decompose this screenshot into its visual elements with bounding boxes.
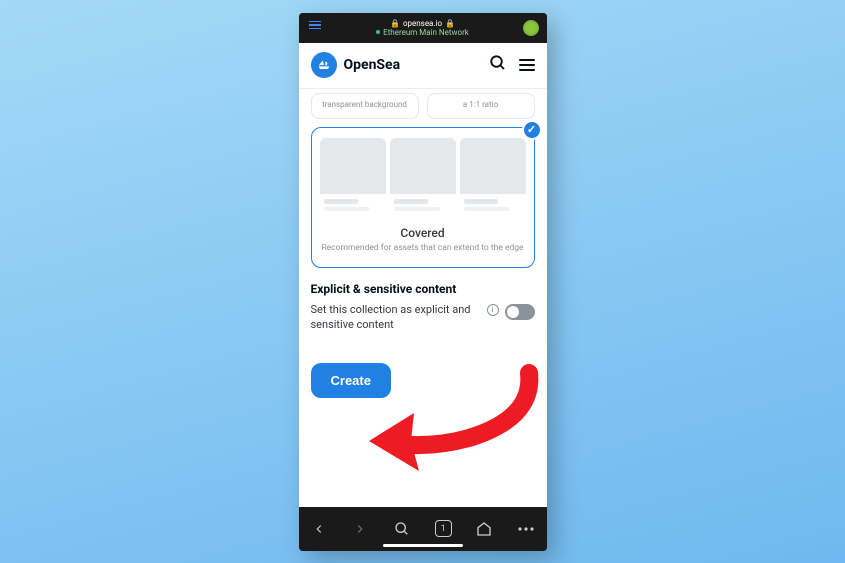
address-bar[interactable]: 🔒 opensea.io 🔒	[390, 19, 455, 28]
chevron-left-icon	[312, 522, 326, 536]
selected-check-icon: ✓	[522, 120, 542, 140]
thumbnail	[390, 138, 456, 216]
brand-name: OpenSea	[344, 57, 401, 73]
explicit-heading: Explicit & sensitive content	[311, 282, 535, 296]
search-icon	[489, 54, 507, 72]
option-card-desc: transparent background	[322, 100, 407, 109]
explicit-toggle-row: Set this collection as explicit and sens…	[311, 302, 535, 333]
browser-chrome-top: 🔒 opensea.io 🔒 Ethereum Main Network	[299, 13, 547, 43]
opensea-logo-icon	[311, 52, 337, 78]
wallet-avatar[interactable]	[523, 20, 539, 36]
app-header: OpenSea	[299, 43, 547, 89]
search-icon	[394, 521, 410, 537]
lock-icon-2: 🔒	[445, 19, 455, 28]
tab-count-icon: 1	[435, 520, 452, 537]
url-text: opensea.io	[403, 19, 442, 28]
info-icon[interactable]: i	[487, 304, 499, 316]
thumbnail	[320, 138, 386, 216]
covered-description: Recommended for assets that can extend t…	[320, 243, 526, 255]
preview-thumbnails	[320, 138, 526, 216]
network-indicator: Ethereum Main Network	[376, 28, 469, 37]
home-icon	[476, 521, 492, 537]
network-name: Ethereum Main Network	[383, 28, 469, 37]
hamburger-icon	[519, 59, 535, 61]
back-button[interactable]	[303, 513, 335, 545]
option-card-desc: a 1:1 ratio	[463, 100, 498, 109]
lock-icon: 🔒	[390, 19, 400, 28]
search-nav-button[interactable]	[386, 513, 418, 545]
network-dot-icon	[376, 30, 380, 34]
home-button[interactable]	[468, 513, 500, 545]
explicit-toggle[interactable]	[505, 304, 535, 320]
dots-icon	[518, 527, 534, 531]
explicit-label: Set this collection as explicit and sens…	[311, 302, 481, 333]
brand-logo[interactable]: OpenSea	[311, 52, 401, 78]
page-content: transparent background a 1:1 ratio ✓ Cov…	[299, 89, 547, 507]
option-card-covered[interactable]: ✓ Covered Recommended for assets that ca…	[311, 127, 535, 268]
covered-title: Covered	[320, 226, 526, 240]
more-button[interactable]	[510, 513, 542, 545]
create-button[interactable]: Create	[311, 363, 391, 398]
search-button[interactable]	[489, 54, 507, 76]
phone-frame: 🔒 opensea.io 🔒 Ethereum Main Network Ope…	[299, 13, 547, 551]
extension-menu-icon[interactable]	[309, 21, 321, 30]
option-card-padded[interactable]: a 1:1 ratio	[427, 93, 535, 119]
home-indicator	[383, 544, 463, 547]
tabs-button[interactable]: 1	[427, 513, 459, 545]
thumbnail	[460, 138, 526, 216]
display-option-row: transparent background a 1:1 ratio	[311, 93, 535, 119]
toggle-knob	[507, 306, 519, 318]
forward-button[interactable]	[344, 513, 376, 545]
chevron-right-icon	[353, 522, 367, 536]
option-card-contained[interactable]: transparent background	[311, 93, 419, 119]
menu-button[interactable]	[519, 59, 535, 71]
